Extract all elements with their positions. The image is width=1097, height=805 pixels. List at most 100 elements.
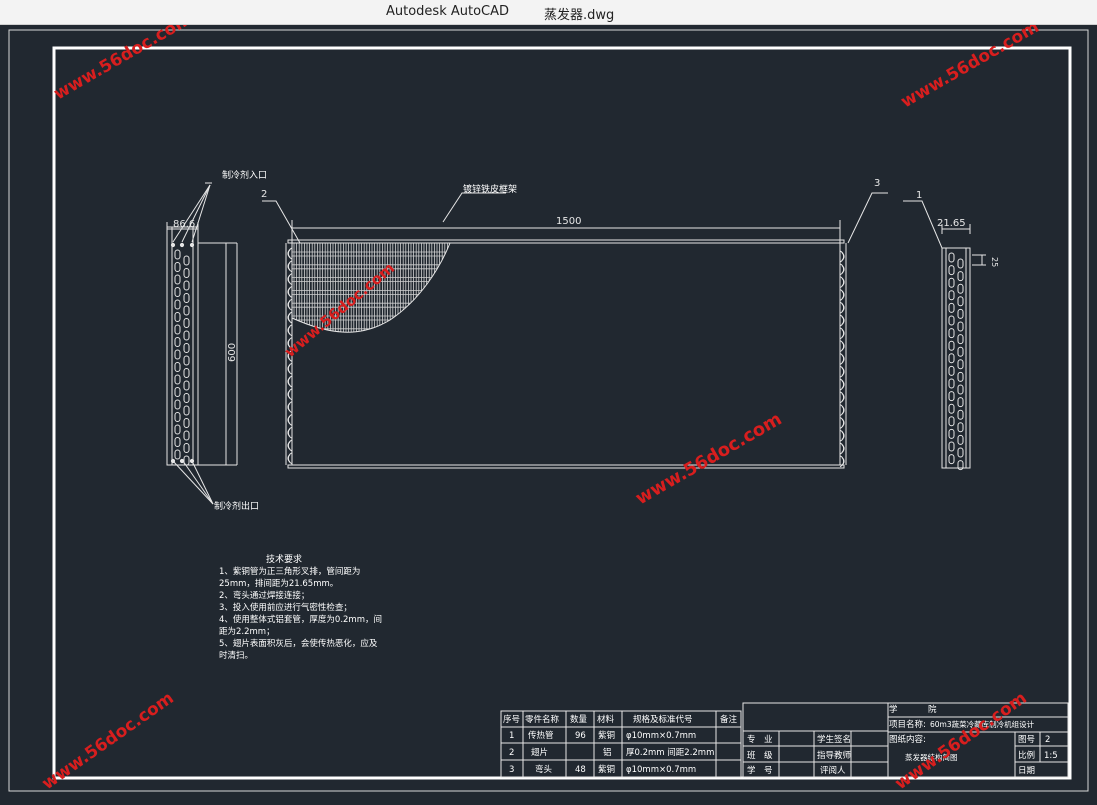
window-titlebar: Autodesk AutoCAD 蒸发器.dwg bbox=[0, 0, 1097, 25]
return-bend bbox=[287, 249, 291, 258]
return-bend bbox=[287, 428, 291, 437]
drawing-canvas[interactable]: 86.6 600 制冷剂入口 制冷剂出口 1500 2 镀锌铁皮框架 3 21.… bbox=[0, 9, 1097, 801]
tube-slot bbox=[957, 409, 964, 420]
tube-slot bbox=[948, 340, 955, 351]
parts-cell: 传热管 bbox=[528, 730, 554, 741]
callout-refrigerant-outlet: 制冷剂出口 bbox=[214, 500, 259, 512]
tube-slot bbox=[183, 380, 190, 391]
return-bend bbox=[287, 426, 293, 439]
return-bend bbox=[839, 250, 845, 263]
return-bend bbox=[287, 275, 291, 284]
tube-slot bbox=[183, 268, 190, 278]
tube-slot bbox=[948, 328, 955, 339]
tube-slot bbox=[948, 378, 955, 389]
callout-2: 2 bbox=[261, 189, 267, 200]
dim-right-small: 25 bbox=[990, 257, 999, 267]
drawing-content-label: 图纸内容: bbox=[889, 734, 926, 745]
parts-cell: 厚0.2mm 间距2.2mm bbox=[626, 748, 714, 758]
student-sign-label: 学生签名 bbox=[817, 734, 851, 745]
tube-slot bbox=[957, 371, 964, 382]
return-bend bbox=[287, 364, 291, 373]
return-bend bbox=[287, 313, 291, 322]
tube-slot bbox=[183, 430, 190, 441]
dim-left-width: 86.6 bbox=[173, 219, 195, 230]
tube-slot bbox=[948, 353, 955, 364]
student-id-label: 学 bbox=[747, 765, 756, 776]
tube-slot bbox=[957, 422, 964, 433]
right-return-bends bbox=[839, 250, 845, 468]
parts-cell: 2 bbox=[509, 748, 514, 758]
callout-1: 1 bbox=[916, 190, 922, 201]
tube-slot bbox=[183, 255, 190, 266]
tube-slot bbox=[174, 362, 181, 372]
return-bend bbox=[287, 403, 291, 412]
tube-slot bbox=[183, 443, 190, 453]
return-bend bbox=[841, 354, 845, 363]
parts-header: 备注 bbox=[720, 714, 738, 725]
tube-slot bbox=[174, 424, 181, 435]
tube-slot bbox=[174, 312, 181, 322]
tube-slot bbox=[948, 365, 955, 376]
return-bend bbox=[839, 429, 845, 442]
dim-length: 1500 bbox=[556, 216, 581, 227]
tech-title: 技术要求 bbox=[266, 553, 302, 565]
return-bend bbox=[839, 365, 845, 378]
return-bend bbox=[841, 278, 845, 287]
tube-slot bbox=[183, 355, 190, 366]
tube-slot bbox=[183, 293, 190, 303]
tube-slot bbox=[957, 258, 964, 269]
return-bend bbox=[841, 316, 845, 325]
tube-slot bbox=[957, 334, 964, 345]
return-bend bbox=[287, 439, 293, 452]
return-bend bbox=[839, 301, 845, 314]
project-label: 项目名称: bbox=[889, 719, 926, 730]
inlet-node bbox=[179, 242, 185, 248]
tube-slot bbox=[957, 359, 964, 370]
tech-line: 5、翅片表面积灰后，会使传热恶化，应及 bbox=[219, 638, 378, 649]
tube-slot bbox=[957, 271, 964, 282]
return-bend bbox=[287, 377, 291, 386]
drawing-svg: 86.6 600 制冷剂入口 制冷剂出口 1500 2 镀锌铁皮框架 3 21.… bbox=[8, 9, 1089, 794]
callout-refrigerant-inlet: 制冷剂入口 bbox=[222, 169, 267, 181]
parts-header: 数量 bbox=[570, 714, 588, 725]
tube-slot bbox=[948, 454, 955, 465]
return-bend bbox=[287, 326, 291, 335]
return-bend bbox=[839, 314, 845, 327]
tube-slot bbox=[183, 418, 190, 428]
inner-frame bbox=[52, 46, 1072, 780]
scale-value: 1:5 bbox=[1044, 751, 1058, 761]
return-bend bbox=[841, 265, 845, 274]
return-bend bbox=[287, 415, 291, 424]
tube-slot bbox=[957, 384, 964, 395]
return-bend bbox=[287, 375, 293, 388]
front-view bbox=[262, 192, 888, 469]
return-bend bbox=[839, 276, 845, 289]
tube-slot bbox=[174, 262, 181, 272]
return-bend bbox=[287, 247, 293, 260]
return-bend bbox=[839, 288, 845, 301]
class-label-2: 级 bbox=[764, 750, 773, 761]
parts-cell: 紫铜 bbox=[598, 730, 615, 741]
tube-slot bbox=[183, 405, 190, 416]
tube-slot bbox=[948, 416, 955, 427]
watermark: www.56doc.com bbox=[281, 259, 398, 361]
return-bend bbox=[287, 324, 293, 337]
return-bend bbox=[839, 404, 845, 417]
tube-slot bbox=[948, 428, 955, 439]
tech-line: 4、使用整体式铝套管，厚度为0.2mm，间 bbox=[219, 614, 382, 625]
return-bend bbox=[287, 390, 291, 399]
tube-slot bbox=[174, 287, 181, 297]
return-bend bbox=[841, 303, 845, 312]
tube-slot bbox=[174, 449, 181, 460]
tube-slot bbox=[957, 321, 964, 332]
return-bend bbox=[841, 393, 845, 402]
parts-table-text: 序号 零件名称 数量 材料 规格及标准代号 备注 1 传热管 96 紫铜 φ10… bbox=[503, 714, 738, 775]
watermark: www.56doc.com bbox=[898, 25, 1043, 112]
parts-cell: 96 bbox=[575, 731, 586, 741]
tube-slot bbox=[948, 441, 955, 452]
tube-slot bbox=[957, 346, 964, 357]
tech-line: 3、投入使用前应进行气密性检查； bbox=[219, 602, 352, 613]
tube-slot bbox=[174, 324, 181, 335]
advisor-sign-label: 指导教师 bbox=[817, 750, 852, 761]
return-bend bbox=[841, 431, 845, 440]
